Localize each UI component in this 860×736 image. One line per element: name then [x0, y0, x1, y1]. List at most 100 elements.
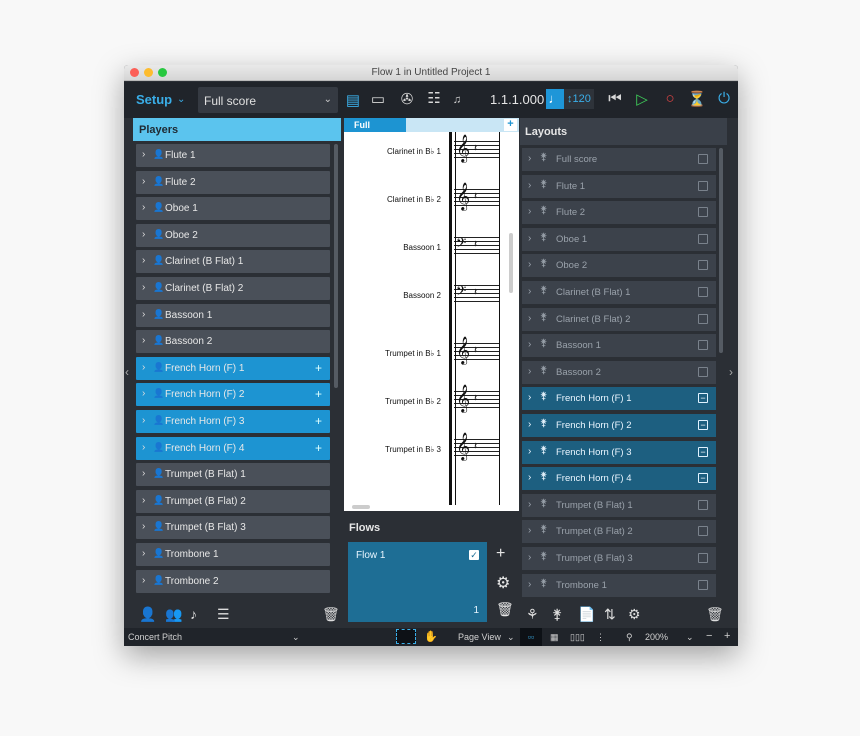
chevron-right-icon[interactable]: › — [142, 388, 145, 399]
rewind-icon[interactable]: ⏮ — [604, 90, 626, 107]
player-row[interactable]: › 👤 French Horn (F) 3 + — [136, 409, 330, 433]
layout-row[interactable]: › ⚵ Trumpet (B Flat) 3 — [522, 546, 716, 570]
chevron-right-icon[interactable]: › — [142, 229, 145, 240]
trash-icon[interactable]: 🗑 — [496, 601, 514, 618]
player-row[interactable]: › 👤 French Horn (F) 4 + — [136, 436, 330, 460]
layout-checkbox[interactable] — [698, 286, 708, 297]
player-row[interactable]: › 👤 Trumpet (B Flat) 1 — [136, 463, 330, 487]
chevron-right-icon[interactable]: › — [142, 468, 145, 479]
layout-checkbox[interactable] — [698, 207, 708, 218]
music-note-icon[interactable]: ♫ — [446, 94, 468, 106]
chevron-right-icon[interactable]: › — [142, 495, 145, 506]
player-row[interactable]: › 👤 Bassoon 2 — [136, 330, 330, 354]
chevron-right-icon[interactable]: › — [729, 365, 733, 379]
add-instrument-button[interactable]: + — [315, 414, 322, 428]
chevron-right-icon[interactable]: › — [142, 362, 145, 373]
metronome-icon[interactable]: ⏳ — [686, 90, 708, 108]
add-full-score-icon[interactable]: ⚘ — [526, 606, 539, 623]
vertical-icon[interactable]: ⋮ — [596, 632, 605, 643]
scrollbar[interactable] — [334, 144, 338, 388]
player-row[interactable]: › 👤 Trumpet (B Flat) 3 — [136, 516, 330, 540]
grid-icon[interactable]: ▦ — [550, 632, 559, 643]
record-icon[interactable]: ○ — [659, 90, 681, 107]
play-icon[interactable]: ▷ — [631, 90, 653, 108]
add-instrument-button[interactable]: + — [315, 361, 322, 375]
mixer-icon[interactable]: ☷ — [423, 89, 445, 107]
layout-checkbox[interactable] — [698, 579, 708, 590]
layout-row[interactable]: › ⚵ Trumpet (B Flat) 1 — [522, 493, 716, 517]
mode-setup-button[interactable]: Setup — [136, 92, 172, 107]
layout-row[interactable]: › ⚵ Oboe 1 — [522, 227, 716, 251]
chevron-right-icon[interactable]: › — [528, 552, 531, 563]
tab-full-score[interactable]: Full score — [344, 118, 406, 140]
tempo-note-icon[interactable]: ♩ — [546, 89, 564, 109]
layout-row[interactable]: › ⚵ Bassoon 1 — [522, 334, 716, 358]
add-player-icon[interactable]: 👤 — [139, 606, 156, 623]
zoom-icon[interactable]: ⚲ — [626, 632, 633, 643]
chevron-right-icon[interactable]: › — [528, 392, 531, 403]
chevron-right-icon[interactable]: › — [142, 575, 145, 586]
chevron-right-icon[interactable]: › — [142, 309, 145, 320]
scrollbar[interactable] — [509, 233, 513, 293]
layout-checkbox[interactable] — [698, 366, 708, 377]
sort-icon[interactable]: ⇅ — [604, 606, 616, 623]
chevron-right-icon[interactable]: › — [528, 180, 531, 191]
hand-tool-icon[interactable]: ✋ — [424, 630, 438, 643]
chevron-down-icon[interactable]: ⌄ — [177, 94, 185, 105]
zoom-out-button[interactable]: − — [706, 630, 712, 642]
chevron-down-icon[interactable]: ⌄ — [507, 632, 515, 643]
layout-checkbox[interactable] — [698, 260, 708, 271]
add-part-icon[interactable]: ⚵ — [552, 606, 562, 623]
layout-checkbox[interactable] — [698, 340, 708, 351]
chevron-right-icon[interactable]: › — [528, 286, 531, 297]
player-row[interactable]: › 👤 French Horn (F) 2 + — [136, 383, 330, 407]
layout-checkbox[interactable] — [698, 552, 708, 563]
layout-checkbox[interactable] — [698, 313, 708, 324]
chevron-right-icon[interactable]: › — [528, 339, 531, 350]
layout-row[interactable]: › ⚵ Clarinet (B Flat) 1 — [522, 280, 716, 304]
chevron-right-icon[interactable]: › — [528, 579, 531, 590]
chevron-right-icon[interactable]: › — [142, 415, 145, 426]
add-instrument-button[interactable]: + — [315, 387, 322, 401]
layout-row[interactable]: › ⚵ Trombone 1 — [522, 573, 716, 597]
player-row[interactable]: › 👤 Flute 2 — [136, 170, 330, 194]
chevron-right-icon[interactable]: › — [528, 446, 531, 457]
layout-row[interactable]: › ⚵ Trumpet (B Flat) 2 — [522, 520, 716, 544]
chevron-right-icon[interactable]: › — [528, 525, 531, 536]
layout-select[interactable]: Full score ⌄ — [198, 87, 338, 113]
player-row[interactable]: › 👤 Oboe 1 — [136, 197, 330, 221]
chevron-right-icon[interactable]: › — [142, 548, 145, 559]
chevron-right-icon[interactable]: › — [142, 202, 145, 213]
layout-checkbox[interactable]: − — [698, 393, 708, 404]
gear-icon[interactable]: ⚙ — [628, 606, 641, 623]
scrollbar[interactable] — [352, 505, 370, 509]
player-row[interactable]: › 👤 Clarinet (B Flat) 2 — [136, 276, 330, 300]
chevron-right-icon[interactable]: › — [142, 521, 145, 532]
chevron-left-icon[interactable]: ‹ — [125, 365, 129, 379]
scrollbar[interactable] — [719, 148, 723, 353]
chevron-right-icon[interactable]: › — [528, 259, 531, 270]
power-icon[interactable]: ⏻ — [713, 90, 735, 107]
chevron-right-icon[interactable]: › — [142, 176, 145, 187]
chevron-right-icon[interactable]: › — [142, 282, 145, 293]
zoom-level[interactable]: 200% — [645, 632, 668, 642]
chevron-right-icon[interactable]: › — [528, 472, 531, 483]
chevron-right-icon[interactable]: › — [528, 419, 531, 430]
player-row[interactable]: › 👤 Trumpet (B Flat) 2 — [136, 489, 330, 513]
chevron-right-icon[interactable]: › — [142, 149, 145, 160]
add-ensemble-icon[interactable]: 👥 — [165, 606, 182, 623]
player-row[interactable]: › 👤 French Horn (F) 1 + — [136, 356, 330, 380]
add-instrument-icon[interactable]: ♪ — [190, 606, 197, 622]
layout-checkbox[interactable]: − — [698, 473, 708, 484]
layout-row[interactable]: › ⚵ Oboe 2 — [522, 254, 716, 278]
player-row[interactable]: › 👤 Trombone 1 — [136, 542, 330, 566]
layout-row[interactable]: › ⚵ French Horn (F) 1 − — [522, 387, 716, 411]
player-row[interactable]: › 👤 Trombone 2 — [136, 569, 330, 593]
layout-row[interactable]: › ⚵ Full score — [522, 148, 716, 171]
select-tool-icon[interactable] — [396, 629, 416, 644]
group-icon[interactable]: ☰ — [217, 606, 230, 623]
layout-checkbox[interactable] — [698, 526, 708, 537]
chevron-right-icon[interactable]: › — [142, 255, 145, 266]
chevron-right-icon[interactable]: › — [528, 153, 531, 164]
chevron-right-icon[interactable]: › — [528, 206, 531, 217]
